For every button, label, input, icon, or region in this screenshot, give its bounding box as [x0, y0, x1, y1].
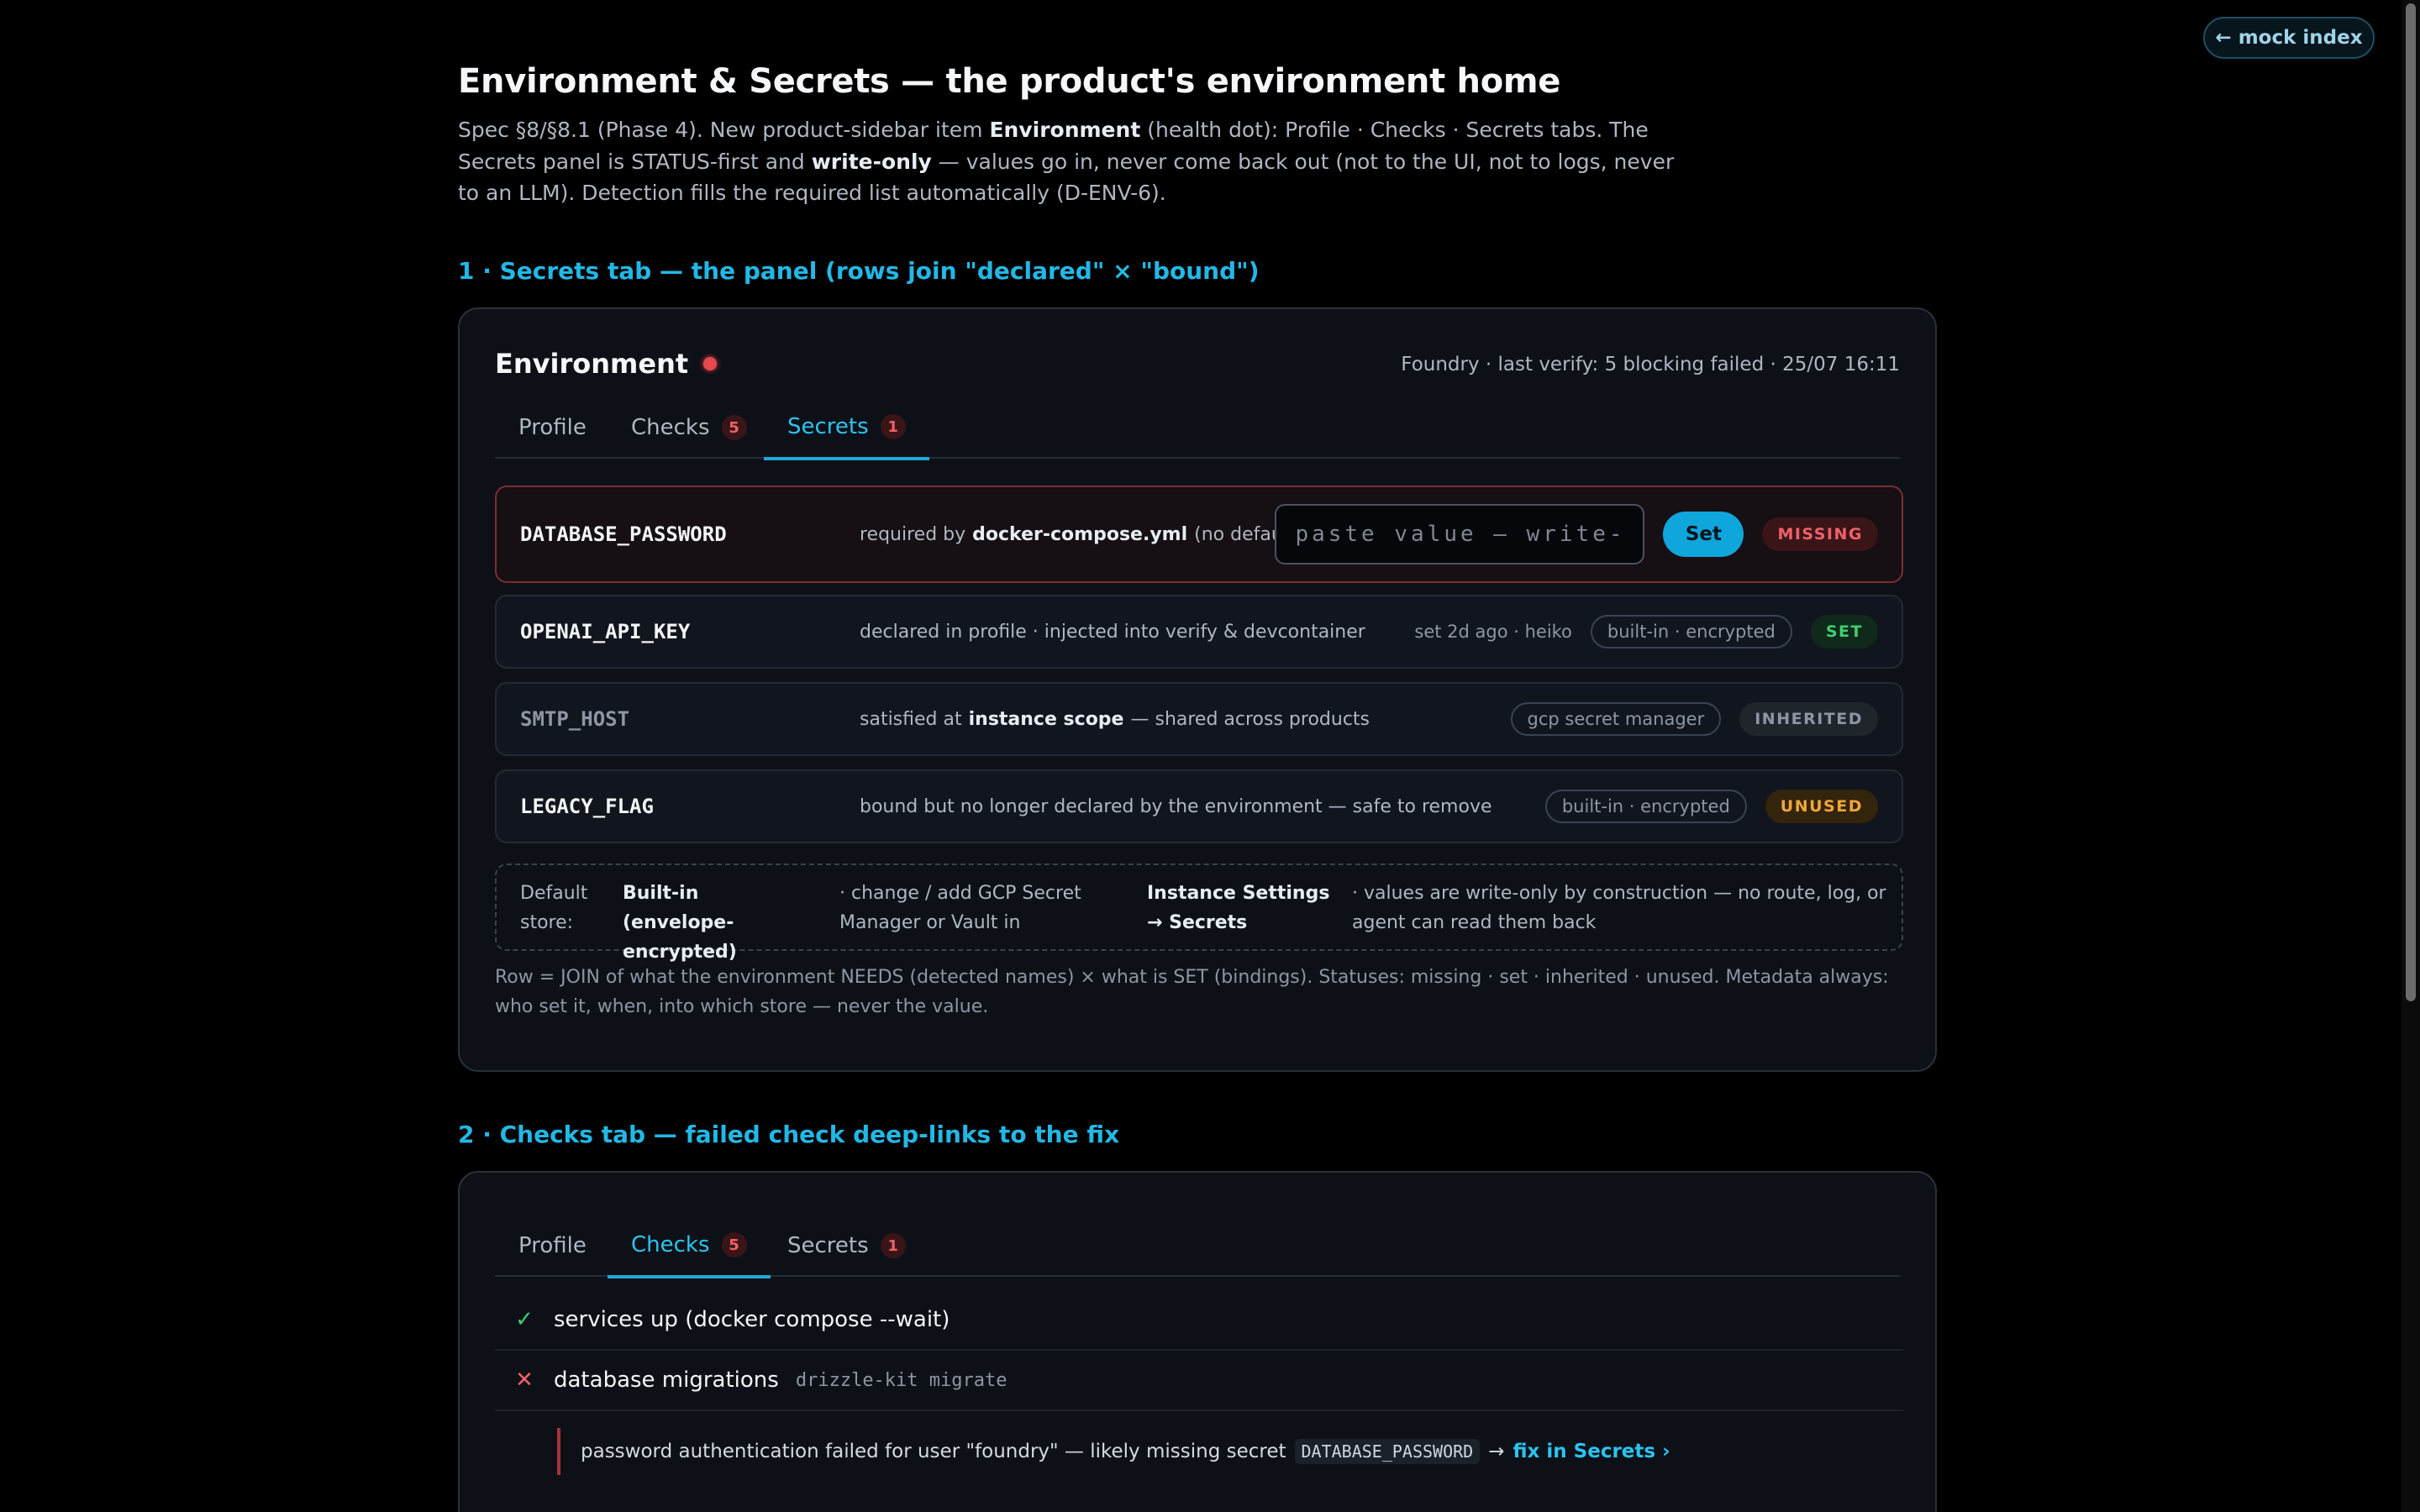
checks-count-badge: 5	[721, 415, 747, 440]
check-pass-icon: ✓	[515, 1307, 534, 1332]
check-failure-detail: password authentication failed for user …	[557, 1428, 1902, 1475]
store-label: Default store:	[520, 883, 588, 933]
secret-row: DATABASE_PASSWORD required by docker-com…	[495, 486, 1903, 583]
tab-secrets[interactable]: Secrets 1	[764, 396, 929, 460]
secret-meta: gcp secret manager INHERITED	[1510, 684, 1878, 754]
secrets-count-badge: 1	[880, 1233, 906, 1258]
page-scrollbar[interactable]	[2402, 0, 2420, 1512]
secret-name: SMTP_HOST	[520, 707, 630, 731]
secret-row: OPENAI_API_KEY declared in profile · inj…	[495, 595, 1903, 669]
checks-panel-card: Profile Checks 5 Secrets 1 ✓ services up (…	[458, 1171, 1937, 1512]
secrets-panel-card: Environment Foundry · last verify: 5 blo…	[458, 307, 1937, 1072]
checks-count-badge: 5	[721, 1232, 747, 1257]
secret-name: OPENAI_API_KEY	[520, 620, 691, 643]
store-change-text: · change / add GCP Secret Manager or Vau…	[839, 883, 1081, 933]
fix-in-secrets-link[interactable]: fix in Secrets ›	[1513, 1441, 1670, 1462]
scrollbar-thumb[interactable]	[2406, 3, 2416, 1001]
secret-row: SMTP_HOST satisfied at instance scope — …	[495, 682, 1903, 756]
secret-name: LEGACY_FLAG	[520, 795, 654, 818]
check-label: database migrations	[554, 1368, 779, 1393]
secret-description: required by docker-compose.yml (no defau…	[860, 523, 1303, 545]
status-badge: UNUSED	[1765, 790, 1878, 823]
checks-section-heading: 2 · Checks tab — failed check deep-links…	[458, 1121, 1120, 1148]
mock-index-link[interactable]: ← mock index	[2203, 17, 2375, 59]
secret-description: bound but no longer declared by the envi…	[860, 795, 1492, 817]
check-label: services up (docker compose --wait)	[554, 1307, 950, 1332]
check-row: ✕ database migrations drizzle-kit migrat…	[495, 1351, 1903, 1411]
status-badge: INHERITED	[1739, 702, 1878, 736]
secret-row: LEGACY_FLAG bound but no longer declared…	[495, 769, 1903, 843]
verify-meta: Foundry · last verify: 5 blocking failed…	[1401, 354, 1900, 375]
store-name: Built-in (envelope-encrypted)	[623, 883, 737, 963]
status-badge: SET	[1810, 615, 1878, 648]
default-store-box: Default store: Built-in (envelope-encryp…	[495, 864, 1903, 963]
secret-name: DATABASE_PASSWORD	[520, 522, 727, 546]
secret-description: declared in profile · injected into veri…	[860, 621, 1365, 643]
store-pill: built-in · encrypted	[1544, 790, 1747, 823]
panel-title: Environment	[495, 348, 718, 380]
status-badge: MISSING	[1762, 517, 1878, 551]
secret-meta: built-in · encrypted UNUSED	[1544, 771, 1878, 842]
secret-meta: set 2d ago · heiko built-in · encrypted …	[1414, 596, 1878, 667]
check-command: drizzle-kit migrate	[795, 1369, 1007, 1391]
secrets-count-badge: 1	[880, 414, 906, 439]
health-dot-icon	[703, 357, 718, 370]
panel-tabs: Profile Checks 5 Secrets 1	[495, 396, 1900, 460]
tab-profile[interactable]: Profile	[495, 1215, 610, 1277]
panel-footnote: Row = JOIN of what the environment NEEDS…	[495, 967, 1889, 1017]
tab-checks[interactable]: Checks 5	[608, 396, 771, 459]
check-row: ✓ services up (docker compose --wait)	[495, 1290, 1903, 1351]
store-pill: gcp secret manager	[1510, 702, 1722, 736]
secret-description: satisfied at instance scope — shared acr…	[860, 708, 1370, 730]
set-secret-button[interactable]: Set	[1663, 512, 1744, 557]
secrets-section-heading: 1 · Secrets tab — the panel (rows join "…	[458, 257, 1260, 285]
checks-panel-tabs: Profile Checks 5 Secrets 1	[495, 1215, 1900, 1278]
tab-secrets[interactable]: Secrets 1	[764, 1215, 929, 1277]
store-pill: built-in · encrypted	[1590, 615, 1792, 648]
secret-value-input[interactable]	[1275, 504, 1645, 564]
page-title: Environment & Secrets — the product's en…	[458, 62, 1561, 101]
tab-checks[interactable]: Checks 5	[608, 1215, 771, 1278]
page-intro: Spec §8/§8.1 (Phase 4). New product-side…	[458, 118, 1675, 205]
check-fail-icon: ✕	[515, 1368, 534, 1393]
tab-profile[interactable]: Profile	[495, 396, 610, 459]
secret-code: DATABASE_PASSWORD	[1294, 1439, 1481, 1464]
set-by-meta: set 2d ago · heiko	[1414, 622, 1572, 642]
instance-settings-link[interactable]: Instance Settings → Secrets	[1147, 879, 1340, 937]
write-only-note: · values are write-only by construction …	[1352, 883, 1886, 933]
secret-actions: Set MISSING	[1275, 487, 1878, 581]
